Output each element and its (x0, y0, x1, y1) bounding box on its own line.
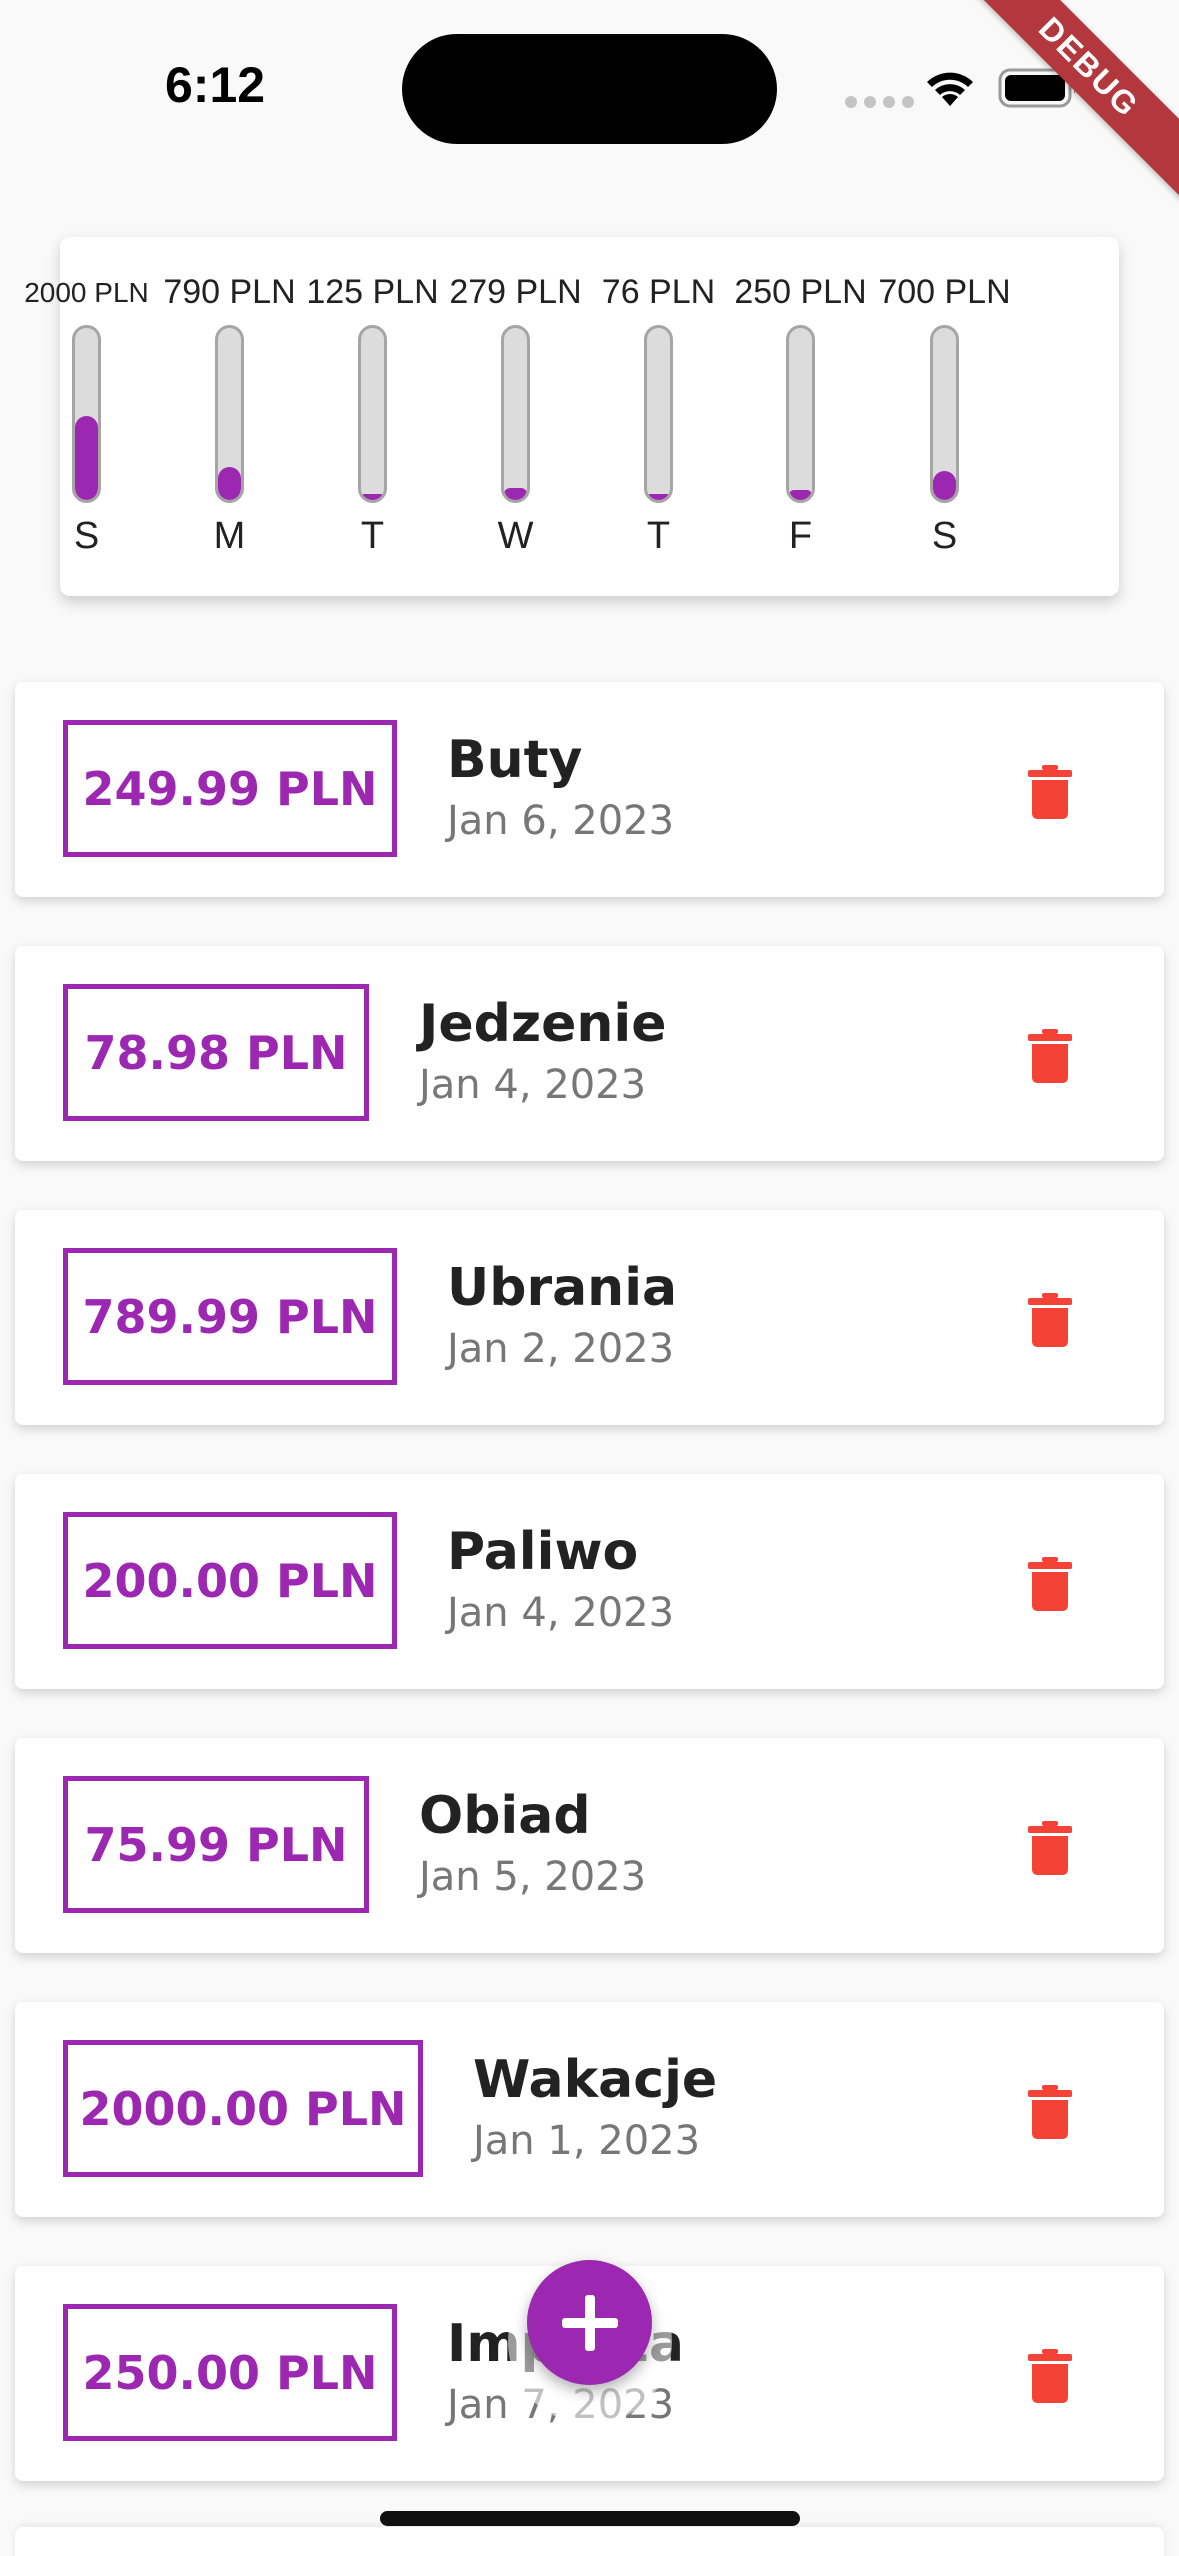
transaction-amount: 78.98 PLN (63, 984, 369, 1121)
trash-icon (1028, 765, 1072, 819)
chart-bar-fill (218, 467, 241, 500)
chart-day-label: S (73, 515, 100, 557)
cellular-signal-icon (845, 96, 914, 108)
chart-day-label: F (788, 515, 813, 557)
transaction-card: 249.99 PLN Buty Jan 6, 2023 (15, 682, 1164, 897)
chart-bar-column: 2000 PLN S (15, 237, 158, 596)
chart-day-label: M (213, 515, 246, 557)
delete-transaction-button[interactable] (1015, 2077, 1085, 2147)
chart-bar-fill (789, 490, 812, 500)
transaction-amount: 250.00 PLN (63, 2304, 397, 2441)
wifi-icon (927, 72, 973, 106)
chart-bar-amount: 76 PLN (601, 273, 716, 311)
transaction-amount: 789.99 PLN (63, 1248, 397, 1385)
chart-bar-column: 250 PLN F (729, 237, 872, 596)
chart-day-label: W (497, 515, 534, 557)
chart-day-label: T (360, 515, 385, 557)
transaction-title: Paliwo (447, 1522, 639, 1582)
trash-icon (1028, 2085, 1072, 2139)
chart-bar-column: 790 PLN M (158, 237, 301, 596)
transaction-amount: 200.00 PLN (63, 1512, 397, 1649)
transaction-card: 2000.00 PLN Wakacje Jan 1, 2023 (15, 2002, 1164, 2217)
chart-bar-amount: 125 PLN (306, 273, 439, 311)
chart-bar-fill (647, 494, 670, 500)
chart-bar-track (786, 325, 815, 503)
delete-transaction-button[interactable] (1015, 2341, 1085, 2411)
delete-transaction-button[interactable] (1015, 1549, 1085, 1619)
chart-bar-track (930, 325, 959, 503)
chart-bar-track (358, 325, 387, 503)
chart-day-label: S (931, 515, 958, 557)
delete-transaction-button[interactable] (1015, 1813, 1085, 1883)
chart-bar-fill (361, 494, 384, 500)
trash-icon (1028, 2349, 1072, 2403)
chart-bar-amount: 250 PLN (734, 273, 867, 311)
transaction-amount: 249.99 PLN (63, 720, 397, 857)
chart-bar-amount: 700 PLN (878, 273, 1011, 311)
trash-icon (1028, 1293, 1072, 1347)
chart-day-label: T (646, 515, 671, 557)
transaction-date: Jan 4, 2023 (447, 1590, 675, 1636)
transaction-title: Buty (447, 730, 583, 790)
transaction-card: 200.00 PLN Paliwo Jan 4, 2023 (15, 1474, 1164, 1689)
chart-bar-fill (75, 416, 98, 500)
delete-transaction-button[interactable] (1015, 1021, 1085, 1091)
chart-bar-track (644, 325, 673, 503)
trash-icon (1028, 1029, 1072, 1083)
chart-bar-amount: 279 PLN (449, 273, 582, 311)
transaction-title: Ubrania (447, 1258, 678, 1318)
chart-bar-amount: 790 PLN (163, 273, 296, 311)
plus-icon (561, 2294, 618, 2351)
home-indicator (380, 2511, 800, 2526)
transaction-title: Wakacje (473, 2050, 718, 2110)
transaction-card: 78.98 PLN Jedzenie Jan 4, 2023 (15, 946, 1164, 1161)
transaction-date: Jan 6, 2023 (447, 798, 675, 844)
transaction-title: Jedzenie (419, 994, 667, 1054)
chart-bar-column: 279 PLN W (444, 237, 587, 596)
weekly-chart-card: 2000 PLN S 790 PLN M 125 PLN T 279 PLN W 76 PLN T… (24, 237, 1119, 596)
chart-bar-track (501, 325, 530, 503)
chart-bar-track (215, 325, 244, 503)
transaction-date: Jan 1, 2023 (473, 2118, 701, 2164)
transaction-amount: 2000.00 PLN (63, 2040, 423, 2177)
trash-icon (1028, 1821, 1072, 1875)
transaction-card: 75.99 PLN Obiad Jan 5, 2023 (15, 1738, 1164, 1953)
status-time: 6:12 (165, 57, 266, 113)
delete-transaction-button[interactable] (1015, 757, 1085, 827)
delete-transaction-button[interactable] (1015, 1285, 1085, 1355)
chart-bar-amount: 2000 PLN (24, 277, 149, 308)
transaction-date: Jan 2, 2023 (447, 1326, 675, 1372)
add-transaction-button[interactable] (527, 2260, 652, 2385)
transaction-date: Jan 5, 2023 (419, 1854, 647, 1900)
chart-bar-track (72, 325, 101, 503)
chart-bar-fill (933, 471, 956, 500)
transaction-title: Obiad (419, 1786, 591, 1846)
chart-bar-column: 700 PLN S (873, 237, 1016, 596)
transaction-card: 789.99 PLN Ubrania Jan 2, 2023 (15, 1210, 1164, 1425)
trash-icon (1028, 1557, 1072, 1611)
chart-bar-column: 125 PLN T (301, 237, 444, 596)
chart-bar-column: 76 PLN T (587, 237, 730, 596)
transaction-amount: 75.99 PLN (63, 1776, 369, 1913)
transaction-date: Jan 4, 2023 (419, 1062, 647, 1108)
dynamic-island (402, 34, 777, 144)
transaction-card-partial (15, 2527, 1164, 2556)
chart-bar-fill (504, 488, 527, 500)
